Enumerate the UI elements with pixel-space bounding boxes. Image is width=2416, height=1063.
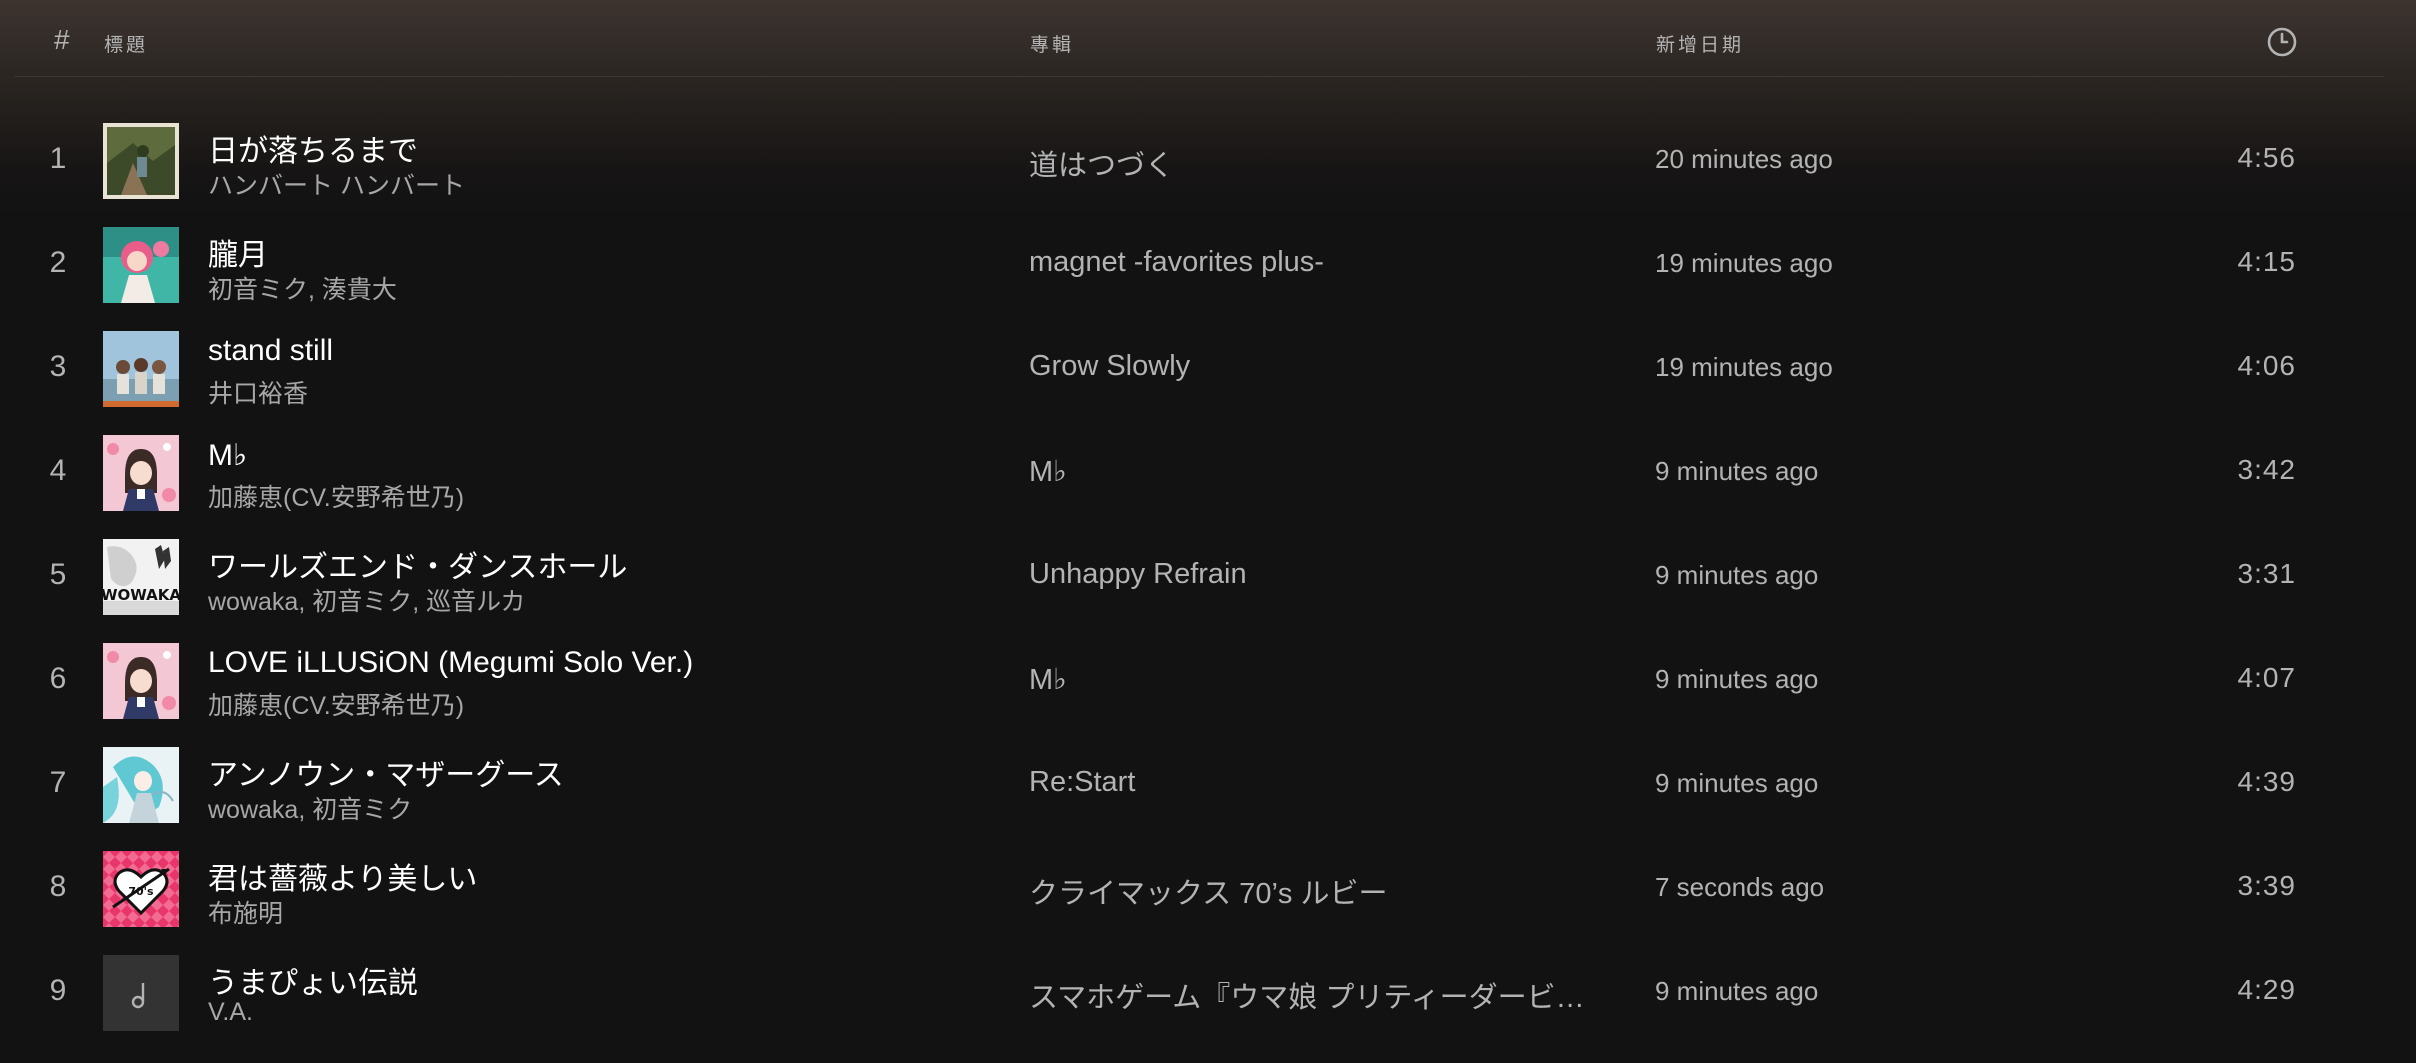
track-rows: 1 日が落ちるまで ハンバート ハンバート 道はつづく 20 minutes a… (0, 108, 2416, 1044)
album-art (103, 227, 179, 303)
track-title[interactable]: LOVE iLLUSiON (Megumi Solo Ver.) (208, 646, 693, 680)
track-artist[interactable]: 初音ミク, 湊貴大 (208, 270, 397, 306)
track-duration: 3:31 (2237, 558, 2296, 589)
wowaka-artwork-text: WOWAKA (103, 586, 179, 604)
track-date-added: 20 minutes ago (1655, 144, 1833, 174)
track-number: 4 (49, 454, 67, 487)
album-art (103, 435, 179, 511)
track-album[interactable]: Grow Slowly (1029, 350, 1599, 383)
track-number: 1 (49, 142, 67, 175)
track-album[interactable]: クライマックス 70’s ルビー (1029, 870, 1599, 912)
track-title[interactable]: 日が落ちるまで (208, 126, 418, 170)
track-number: 2 (49, 246, 67, 279)
track-row[interactable]: 1 日が落ちるまで ハンバート ハンバート 道はつづく 20 minutes a… (0, 108, 2416, 212)
track-duration: 4:39 (2237, 766, 2296, 797)
album-art (103, 331, 179, 407)
track-artist[interactable]: ハンバート ハンバート (208, 166, 465, 202)
track-duration: 4:06 (2237, 350, 2296, 381)
album-art (103, 123, 179, 199)
track-title[interactable]: アンノウン・マザーグース (208, 750, 564, 794)
track-album[interactable]: M♭ (1029, 662, 1599, 697)
track-row[interactable]: 3 stand still 井口裕香 Grow Slowly 19 minute… (0, 316, 2416, 420)
track-album[interactable]: スマホゲーム『ウマ娘 プリティーダービー』 (1029, 974, 1599, 1016)
track-title[interactable]: 朧月 (208, 230, 268, 274)
track-row[interactable]: 6 LOVE iLLUSiON (Megumi Solo Ver.) 加藤恵(C… (0, 628, 2416, 732)
track-title[interactable]: うまぴょい伝説 (208, 958, 418, 1002)
track-date-added: 9 minutes ago (1655, 456, 1819, 486)
track-row[interactable]: 5 WOWAKA ワールズエンド・ダンスホール wowaka, 初音ミク, 巡音… (0, 524, 2416, 628)
track-row[interactable]: 8 70's 君は薔薇より美しい 布施明 クライマックス 70’s ルビー 7 … (0, 836, 2416, 940)
track-artist[interactable]: V.A. (208, 998, 253, 1027)
track-duration: 4:56 (2237, 142, 2296, 173)
track-artist[interactable]: 加藤恵(CV.安野希世乃) (208, 686, 464, 722)
track-date-added: 19 minutes ago (1655, 352, 1833, 382)
track-number: 3 (49, 350, 67, 383)
track-duration: 3:42 (2237, 454, 2296, 485)
track-duration: 4:07 (2237, 662, 2296, 693)
track-number: 8 (49, 870, 67, 903)
track-date-added: 9 minutes ago (1655, 768, 1819, 798)
track-album[interactable]: M♭ (1029, 454, 1599, 489)
album-art: 70's (103, 851, 179, 927)
track-row[interactable]: 2 朧月 初音ミク, 湊貴大 magnet -favorites plus- 1… (0, 212, 2416, 316)
track-artist[interactable]: 布施明 (208, 894, 283, 930)
album-art-placeholder (103, 955, 179, 1031)
track-row[interactable]: 4 M♭ 加藤恵(CV.安野希世乃) M♭ 9 minutes ago 3:42 (0, 420, 2416, 524)
track-date-added: 19 minutes ago (1655, 248, 1833, 278)
clock-icon[interactable] (2266, 26, 2298, 58)
track-title[interactable]: M♭ (208, 438, 247, 473)
track-title[interactable]: stand still (208, 334, 333, 368)
track-artist[interactable]: wowaka, 初音ミク, 巡音ルカ (208, 582, 525, 618)
track-number: 6 (49, 662, 67, 695)
track-album[interactable]: Re:Start (1029, 766, 1599, 799)
track-number: 9 (49, 974, 67, 1007)
header-album[interactable]: 專輯 (1030, 30, 1074, 57)
track-number: 7 (49, 766, 67, 799)
album-art (103, 747, 179, 823)
header-number: # (54, 24, 70, 55)
track-date-added: 7 seconds ago (1655, 872, 1825, 902)
header-title[interactable]: 標題 (104, 30, 148, 57)
ruby-badge-text: 70's (128, 885, 154, 898)
track-title[interactable]: ワールズエンド・ダンスホール (208, 542, 627, 586)
track-date-added: 9 minutes ago (1655, 976, 1819, 1006)
track-duration: 4:15 (2237, 246, 2296, 277)
track-duration: 4:29 (2237, 974, 2296, 1005)
track-album[interactable]: 道はつづく (1029, 142, 1599, 184)
track-date-added: 9 minutes ago (1655, 560, 1819, 590)
track-artist[interactable]: 井口裕香 (208, 374, 308, 410)
header-date-added[interactable]: 新增日期 (1656, 30, 1744, 57)
album-art (103, 643, 179, 719)
track-row[interactable]: 7 アンノウン・マザーグース wowaka, 初音ミク Re:Start 9 m… (0, 732, 2416, 836)
track-duration: 3:39 (2237, 870, 2296, 901)
track-number: 5 (49, 558, 67, 591)
album-art: WOWAKA (103, 539, 179, 615)
track-title[interactable]: 君は薔薇より美しい (208, 854, 477, 898)
track-album[interactable]: magnet -favorites plus- (1029, 246, 1599, 279)
track-artist[interactable]: wowaka, 初音ミク (208, 790, 412, 826)
tracklist-header: # 標題 專輯 新增日期 (14, 0, 2384, 77)
track-album[interactable]: Unhappy Refrain (1029, 558, 1599, 591)
track-artist[interactable]: 加藤恵(CV.安野希世乃) (208, 478, 464, 514)
track-row[interactable]: 9 うまぴょい伝説 V.A. スマホゲーム『ウマ娘 プリティーダービー』 9 m… (0, 940, 2416, 1044)
track-date-added: 9 minutes ago (1655, 664, 1819, 694)
